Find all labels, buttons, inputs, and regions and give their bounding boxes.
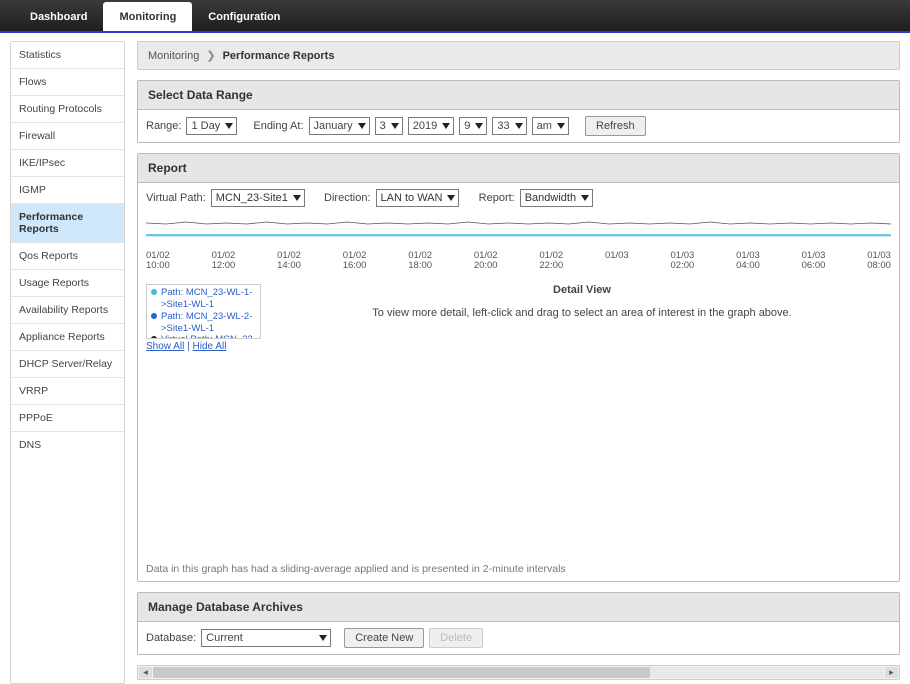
- report-panel: Report Virtual Path: MCN_23-Site1 Direct…: [137, 153, 900, 582]
- month-select[interactable]: January: [309, 117, 370, 135]
- chevron-down-icon: [447, 195, 455, 201]
- sidebar-item-availability-reports[interactable]: Availability Reports: [11, 297, 124, 324]
- hour-select[interactable]: 9: [459, 117, 487, 135]
- breadcrumb-current: Performance Reports: [223, 50, 335, 62]
- x-tick: 01/0210:00: [146, 251, 170, 272]
- sidebar-item-appliance-reports[interactable]: Appliance Reports: [11, 324, 124, 351]
- chevron-down-icon: [557, 123, 565, 129]
- year-select[interactable]: 2019: [408, 117, 454, 135]
- chevron-down-icon: [475, 123, 483, 129]
- x-tick: 01/0306:00: [802, 251, 826, 272]
- create-new-button[interactable]: Create New: [344, 628, 424, 648]
- x-tick: 01/0218:00: [408, 251, 432, 272]
- tab-configuration[interactable]: Configuration: [192, 2, 296, 31]
- tab-monitoring[interactable]: Monitoring: [103, 2, 192, 31]
- ampm-select[interactable]: am: [532, 117, 569, 135]
- detail-view-title: Detail View: [273, 284, 891, 296]
- legend-color-swatch: [151, 313, 157, 319]
- report-type-label: Report:: [479, 192, 515, 204]
- data-range-panel: Select Data Range Range: 1 Day Ending At…: [137, 80, 900, 143]
- detail-view: Detail View To view more detail, left-cl…: [273, 284, 891, 321]
- sidebar-item-flows[interactable]: Flows: [11, 69, 124, 96]
- legend-item[interactable]: Path: MCN_23-WL-2->Site1-WL-1: [151, 311, 256, 335]
- archives-panel: Manage Database Archives Database: Curre…: [137, 592, 900, 655]
- legend-color-swatch: [151, 336, 157, 339]
- detail-view-hint: To view more detail, left-click and drag…: [273, 306, 891, 321]
- legend-label: Path: MCN_23-WL-1->Site1-WL-1: [161, 287, 256, 311]
- graph-footnote: Data in this graph has had a sliding-ave…: [138, 559, 899, 581]
- report-panel-title: Report: [138, 154, 899, 183]
- top-nav: Dashboard Monitoring Configuration: [0, 0, 910, 33]
- legend-label: Path: MCN_23-WL-2->Site1-WL-1: [161, 311, 256, 335]
- virtual-path-label: Virtual Path:: [146, 192, 206, 204]
- chevron-down-icon: [293, 195, 301, 201]
- chevron-down-icon: [391, 123, 399, 129]
- chevron-down-icon: [225, 123, 233, 129]
- x-tick: 01/0214:00: [277, 251, 301, 272]
- main-content: Monitoring ❯ Performance Reports Select …: [125, 33, 910, 684]
- virtual-path-select[interactable]: MCN_23-Site1: [211, 189, 305, 207]
- sidebar-item-routing-protocols[interactable]: Routing Protocols: [11, 96, 124, 123]
- overview-graph[interactable]: [146, 217, 891, 247]
- chevron-down-icon: [319, 635, 327, 641]
- direction-label: Direction:: [324, 192, 370, 204]
- breadcrumb-root[interactable]: Monitoring: [148, 50, 199, 62]
- scroll-right-icon[interactable]: ▸: [885, 667, 898, 678]
- sidebar-item-pppoe[interactable]: PPPoE: [11, 405, 124, 432]
- delete-button[interactable]: Delete: [429, 628, 483, 648]
- database-label: Database:: [146, 632, 196, 644]
- legend-actions: Show All | Hide All: [146, 341, 261, 352]
- chevron-right-icon: ❯: [206, 49, 215, 62]
- sidebar-item-vrrp[interactable]: VRRP: [11, 378, 124, 405]
- archives-panel-title: Manage Database Archives: [138, 593, 899, 622]
- x-tick: 01/0304:00: [736, 251, 760, 272]
- range-label: Range:: [146, 120, 181, 132]
- scroll-left-icon[interactable]: ◂: [139, 667, 152, 678]
- ending-at-label: Ending At:: [253, 120, 303, 132]
- database-select[interactable]: Current: [201, 629, 331, 647]
- data-range-panel-title: Select Data Range: [138, 81, 899, 110]
- legend-color-swatch: [151, 289, 157, 295]
- sidebar-item-igmp[interactable]: IGMP: [11, 177, 124, 204]
- sidebar-item-dns[interactable]: DNS: [11, 432, 124, 458]
- direction-select[interactable]: LAN to WAN: [376, 189, 460, 207]
- series-legend[interactable]: Path: MCN_23-WL-1->Site1-WL-1 Path: MCN_…: [146, 284, 261, 339]
- chevron-down-icon: [358, 123, 366, 129]
- range-select[interactable]: 1 Day: [186, 117, 237, 135]
- legend-item[interactable]: Virtual Path: MCN_23-Site1: [151, 334, 256, 339]
- x-tick: 01/0222:00: [539, 251, 563, 272]
- scroll-thumb[interactable]: [153, 667, 650, 678]
- show-all-link[interactable]: Show All: [146, 341, 184, 352]
- overview-x-axis: 01/0210:00 01/0212:00 01/0214:00 01/0216…: [146, 251, 891, 272]
- x-tick: 01/0220:00: [474, 251, 498, 272]
- horizontal-scrollbar[interactable]: ◂ ▸: [137, 665, 900, 680]
- chevron-down-icon: [515, 123, 523, 129]
- sidebar-item-dhcp-server-relay[interactable]: DHCP Server/Relay: [11, 351, 124, 378]
- sidebar-item-ike-ipsec[interactable]: IKE/IPsec: [11, 150, 124, 177]
- chevron-down-icon: [581, 195, 589, 201]
- breadcrumb: Monitoring ❯ Performance Reports: [137, 41, 900, 70]
- sidebar-item-qos-reports[interactable]: Qos Reports: [11, 243, 124, 270]
- sidebar-item-statistics[interactable]: Statistics: [11, 42, 124, 69]
- x-tick: 01/0216:00: [343, 251, 367, 272]
- tab-dashboard[interactable]: Dashboard: [14, 2, 103, 31]
- x-tick: 01/0212:00: [212, 251, 236, 272]
- sidebar-item-firewall[interactable]: Firewall: [11, 123, 124, 150]
- legend-item[interactable]: Path: MCN_23-WL-1->Site1-WL-1: [151, 287, 256, 311]
- sidebar-item-usage-reports[interactable]: Usage Reports: [11, 270, 124, 297]
- sidebar: Statistics Flows Routing Protocols Firew…: [10, 41, 125, 684]
- x-tick: 01/0302:00: [671, 251, 695, 272]
- refresh-button[interactable]: Refresh: [585, 116, 646, 136]
- sidebar-item-performance-reports[interactable]: Performance Reports: [11, 204, 124, 243]
- scroll-track[interactable]: [153, 667, 884, 678]
- x-tick: 01/03: [605, 251, 629, 272]
- graph-svg: [146, 217, 891, 247]
- x-tick: 01/0308:00: [867, 251, 891, 272]
- chevron-down-icon: [442, 123, 450, 129]
- day-select[interactable]: 3: [375, 117, 403, 135]
- report-type-select[interactable]: Bandwidth: [520, 189, 593, 207]
- legend-label: Virtual Path: MCN_23-Site1: [161, 334, 256, 339]
- hide-all-link[interactable]: Hide All: [193, 341, 227, 352]
- minute-select[interactable]: 33: [492, 117, 526, 135]
